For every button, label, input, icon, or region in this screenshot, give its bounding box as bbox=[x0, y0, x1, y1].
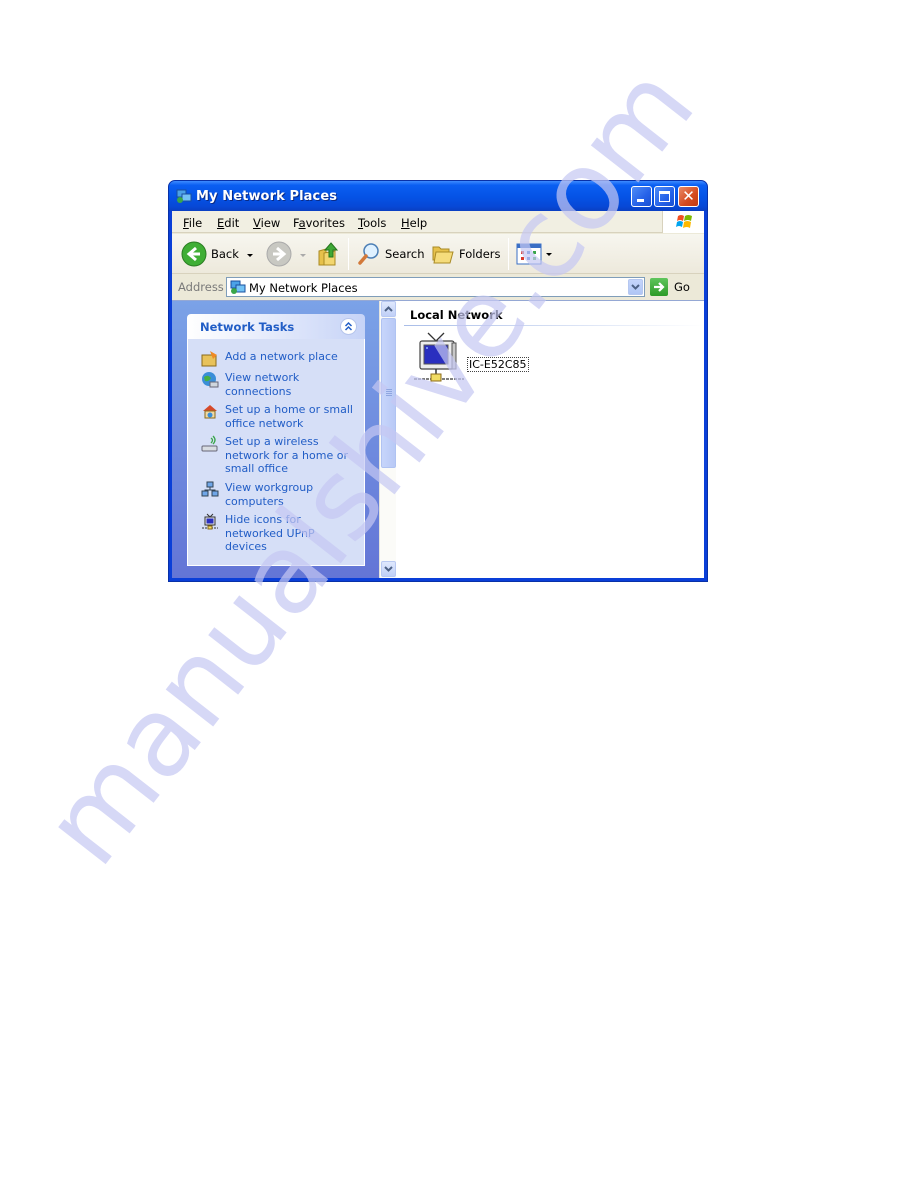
task-label: Set up a wireless network for a home or … bbox=[225, 435, 348, 476]
task-label: Add a network place bbox=[225, 350, 338, 363]
address-input[interactable]: My Network Places bbox=[226, 277, 645, 297]
maximize-icon bbox=[659, 191, 670, 202]
grip-line bbox=[386, 393, 392, 394]
task-view-workgroup-computers[interactable]: View workgroup computers bbox=[201, 481, 361, 509]
grip-line bbox=[386, 395, 392, 396]
menu-help[interactable]: Help bbox=[401, 216, 427, 230]
network-places-icon bbox=[176, 189, 192, 203]
address-label: Address bbox=[178, 280, 224, 294]
network-places-icon bbox=[230, 280, 246, 294]
chevron-down-icon bbox=[631, 284, 640, 290]
network-tasks-title: Network Tasks bbox=[200, 320, 295, 334]
title-bar[interactable]: My Network Places ✕ bbox=[169, 181, 707, 211]
go-arrow-icon bbox=[650, 278, 668, 296]
search-label: Search bbox=[385, 247, 425, 261]
file-list-pane: Local Network IC-E52C85 bbox=[396, 301, 704, 578]
upnp-device-icon bbox=[202, 513, 218, 530]
folders-icon bbox=[432, 246, 454, 264]
group-header-local-network: Local Network bbox=[410, 308, 503, 322]
task-label: Set up a home or small office network bbox=[225, 403, 353, 430]
task-pane: Network Tasks Add a network place View n… bbox=[172, 301, 379, 578]
menu-file[interactable]: File bbox=[183, 216, 202, 230]
network-tasks-panel: Network Tasks Add a network place View n… bbox=[187, 314, 365, 566]
windows-logo-box bbox=[662, 211, 704, 233]
group-divider bbox=[404, 325, 704, 326]
task-label: View network connections bbox=[225, 371, 300, 398]
task-hide-upnp-icons[interactable]: Hide icons for networked UPnP devices bbox=[201, 513, 361, 555]
window-client: File Edit View Favorites Tools Help Back… bbox=[172, 211, 704, 578]
scroll-down-button[interactable] bbox=[381, 561, 396, 577]
network-tasks-list: Add a network place View network connect… bbox=[187, 339, 365, 566]
vertical-scrollbar[interactable] bbox=[379, 301, 396, 578]
views-icon bbox=[516, 243, 542, 265]
chevron-down-icon bbox=[384, 566, 393, 572]
windows-flag-icon bbox=[676, 215, 692, 228]
address-value: My Network Places bbox=[249, 281, 358, 295]
task-view-network-connections[interactable]: View network connections bbox=[201, 371, 361, 399]
menu-view[interactable]: View bbox=[253, 216, 280, 230]
scroll-up-button[interactable] bbox=[381, 301, 396, 317]
minimize-icon bbox=[637, 199, 644, 202]
home-network-icon bbox=[203, 405, 217, 419]
folders-button[interactable]: Folders bbox=[431, 240, 501, 268]
minimize-button[interactable] bbox=[631, 186, 652, 207]
folders-label: Folders bbox=[459, 247, 501, 261]
network-tasks-header[interactable]: Network Tasks bbox=[187, 314, 365, 339]
task-label: Hide icons for networked UPnP devices bbox=[225, 513, 315, 554]
views-button[interactable] bbox=[516, 240, 542, 268]
forward-button[interactable] bbox=[266, 240, 292, 268]
explorer-window: My Network Places ✕ File Edit View Favor… bbox=[168, 180, 708, 582]
up-folder-icon bbox=[318, 242, 339, 266]
task-setup-home-network[interactable]: Set up a home or small office network bbox=[201, 403, 361, 431]
grip-line bbox=[386, 389, 392, 390]
device-label: IC-E52C85 bbox=[467, 357, 529, 372]
menu-bar: File Edit View Favorites Tools Help bbox=[172, 211, 704, 233]
address-bar: Address My Network Places Go bbox=[172, 275, 704, 299]
collapse-button[interactable] bbox=[340, 318, 357, 335]
search-button[interactable]: Search bbox=[357, 240, 425, 268]
standard-toolbar: Back Search Folders bbox=[172, 234, 704, 274]
go-label: Go bbox=[674, 280, 690, 294]
address-dropdown-button[interactable] bbox=[628, 279, 643, 295]
workgroup-computers-icon bbox=[201, 481, 219, 497]
toolbar-separator bbox=[508, 238, 509, 270]
close-icon: ✕ bbox=[682, 187, 695, 205]
close-button[interactable]: ✕ bbox=[678, 186, 699, 207]
back-button[interactable]: Back bbox=[181, 240, 239, 268]
grip-line bbox=[386, 391, 392, 392]
wireless-network-icon bbox=[201, 435, 218, 452]
maximize-button[interactable] bbox=[654, 186, 675, 207]
window-title: My Network Places bbox=[196, 189, 338, 204]
scroll-thumb[interactable] bbox=[381, 318, 396, 468]
back-dropdown-icon[interactable] bbox=[247, 254, 253, 257]
network-connections-icon bbox=[202, 372, 219, 388]
content-area: Network Tasks Add a network place View n… bbox=[172, 300, 704, 578]
upnp-device-icon bbox=[414, 332, 464, 382]
go-button[interactable]: Go bbox=[650, 277, 690, 297]
back-label: Back bbox=[211, 247, 239, 261]
views-dropdown-icon[interactable] bbox=[546, 253, 552, 256]
toolbar-separator bbox=[348, 238, 349, 270]
menu-edit[interactable]: Edit bbox=[217, 216, 239, 230]
task-label: View workgroup computers bbox=[225, 481, 314, 508]
menu-tools[interactable]: Tools bbox=[358, 216, 386, 230]
forward-arrow-icon bbox=[266, 241, 292, 267]
add-network-place-icon bbox=[201, 351, 217, 367]
menu-favorites[interactable]: Favorites bbox=[293, 216, 345, 230]
back-arrow-icon bbox=[181, 241, 207, 267]
up-folder-button[interactable] bbox=[317, 240, 341, 268]
search-icon bbox=[358, 243, 379, 265]
task-setup-wireless-network[interactable]: Set up a wireless network for a home or … bbox=[201, 435, 361, 477]
forward-dropdown-icon[interactable] bbox=[300, 254, 306, 257]
task-add-network-place[interactable]: Add a network place bbox=[201, 350, 361, 367]
chevron-up-icon bbox=[384, 306, 393, 312]
double-chevron-up-icon bbox=[344, 321, 353, 331]
